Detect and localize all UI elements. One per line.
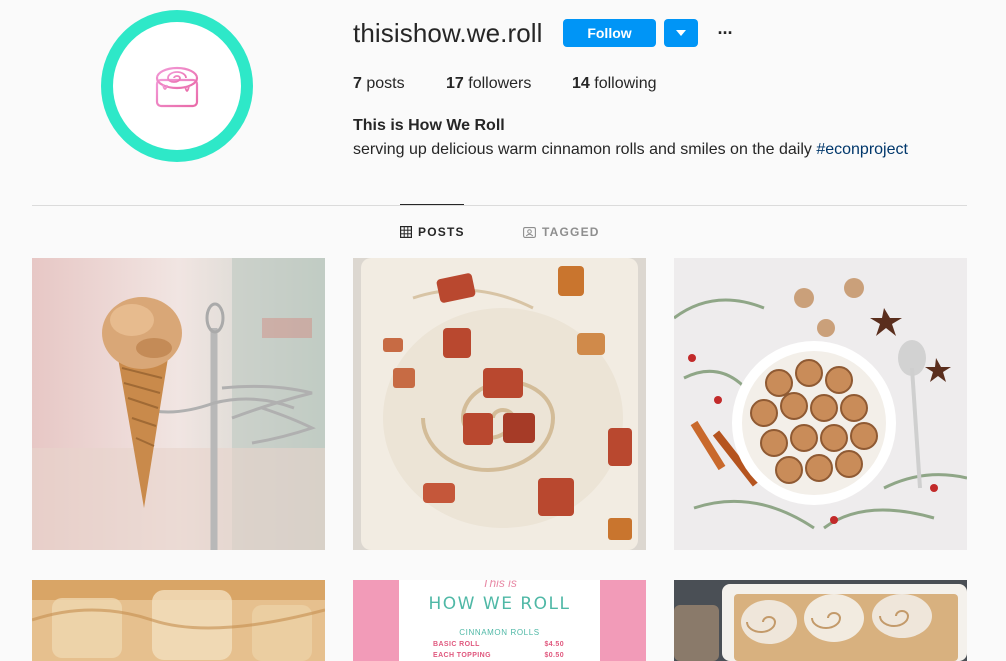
posts-count: 7 <box>353 75 362 92</box>
menu-item: BASIC ROLL <box>433 641 480 648</box>
menu-section: CINNAMON ROLLS <box>459 628 540 637</box>
active-tab-indicator <box>400 204 464 205</box>
cinnamon-roll-icon <box>155 66 199 108</box>
menu-subtitle: This is <box>482 580 517 590</box>
menu-row: BASIC ROLL $4.50 <box>433 641 564 648</box>
post-cinnamon-rolls-tray[interactable] <box>674 580 967 661</box>
menu-price: $4.50 <box>544 641 564 648</box>
post-image <box>353 580 646 661</box>
bio-hashtag-link[interactable]: #econproject <box>816 141 908 158</box>
following-stat-label: following <box>589 75 657 92</box>
profile-full-name: This is How We Roll <box>353 117 505 134</box>
followers-stat[interactable]: 17 followers <box>446 75 531 93</box>
tab-posts-label: POSTS <box>418 225 465 239</box>
bio-text: serving up delicious warm cinnamon rolls… <box>353 141 817 158</box>
post-bacon-cinnamon-roll[interactable] <box>353 258 646 550</box>
menu-title: HOW WE ROLL <box>428 594 571 614</box>
profile-avatar[interactable] <box>101 10 253 162</box>
post-image <box>353 258 646 550</box>
post-cinnamon-roll-cereal[interactable] <box>674 258 967 550</box>
tab-tagged-label: TAGGED <box>542 225 600 239</box>
post-ice-cream-cone[interactable] <box>32 258 325 550</box>
menu-row: EACH TOPPING $0.50 <box>433 652 564 659</box>
posts-stat: 7 posts <box>353 75 405 93</box>
tabs-divider <box>32 205 967 206</box>
follow-button[interactable]: Follow <box>563 19 656 47</box>
post-iced-drink[interactable] <box>32 580 325 661</box>
post-menu-card[interactable]: This is HOW WE ROLL CINNAMON ROLLS BASIC… <box>353 580 646 661</box>
following-count: 14 <box>572 75 590 92</box>
post-image <box>32 258 325 550</box>
followers-count: 17 <box>446 75 464 92</box>
posts-stat-label: posts <box>361 75 405 92</box>
grid-icon <box>400 226 412 238</box>
menu-item: EACH TOPPING <box>433 652 491 659</box>
caret-down-icon <box>676 30 686 36</box>
more-options-button[interactable]: ··· <box>712 19 738 47</box>
post-image <box>674 258 967 550</box>
followers-stat-label: followers <box>463 75 532 92</box>
post-image <box>32 580 325 661</box>
tag-portrait-icon <box>523 227 536 238</box>
tab-posts[interactable]: POSTS <box>400 225 465 239</box>
avatar-inner <box>113 22 241 150</box>
tab-tagged[interactable]: TAGGED <box>523 225 600 239</box>
suggested-dropdown-button[interactable] <box>664 19 698 47</box>
menu-price: $0.50 <box>544 652 564 659</box>
following-stat[interactable]: 14 following <box>572 75 657 93</box>
profile-bio: serving up delicious warm cinnamon rolls… <box>353 141 908 159</box>
post-image <box>674 580 967 661</box>
profile-username: thisishow.we.roll <box>353 18 543 48</box>
